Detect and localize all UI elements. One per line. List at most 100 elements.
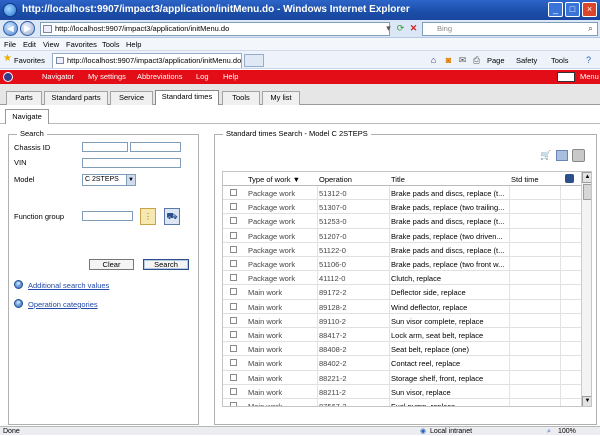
nav-abbreviations[interactable]: Abbreviations xyxy=(137,72,182,81)
expand-icon[interactable]: » xyxy=(14,280,23,289)
menu-favorites[interactable]: Favorites xyxy=(66,40,97,49)
help-icon[interactable]: ? xyxy=(583,55,594,66)
row-checkbox[interactable] xyxy=(230,359,237,367)
row-checkbox[interactable] xyxy=(230,345,237,353)
row-checkbox[interactable] xyxy=(230,302,237,310)
table-row[interactable]: Main work 88211-2 Sun visor, replace xyxy=(223,384,581,399)
mail-icon[interactable]: ✉ xyxy=(457,55,468,66)
table-row[interactable]: Main work 87567-2 Fuel pump, replace xyxy=(223,399,581,406)
search-button[interactable]: Search xyxy=(143,259,189,270)
chassis-id-series-field[interactable] xyxy=(82,142,128,152)
chassis-id-number-field[interactable] xyxy=(130,142,181,152)
tab-navigate[interactable]: Navigate xyxy=(5,109,49,124)
chevron-down-icon[interactable]: ▼ xyxy=(126,175,135,185)
scroll-up-button[interactable]: ▲ xyxy=(582,172,591,183)
vehicle-icon[interactable]: ⛟ xyxy=(164,208,180,225)
search-icon[interactable]: ⌕ xyxy=(585,23,596,34)
table-row[interactable]: Package work 51122-0 Brake pads and discs,… xyxy=(223,242,581,257)
model-select[interactable]: C 2STEPS ▼ xyxy=(82,174,136,186)
row-checkbox[interactable] xyxy=(230,274,237,282)
table-row[interactable]: Main work 89128-2 Wind deflector, replace xyxy=(223,299,581,314)
app-menu-button[interactable]: Menu xyxy=(580,72,599,81)
nav-help[interactable]: Help xyxy=(223,72,238,81)
row-checkbox[interactable] xyxy=(230,203,237,211)
scroll-down-button[interactable]: ▼ xyxy=(582,396,591,406)
tools-menu[interactable]: Tools xyxy=(551,56,569,65)
clear-button[interactable]: Clear xyxy=(89,259,134,270)
cart-icon[interactable]: 🛒 xyxy=(540,151,552,160)
row-checkbox[interactable] xyxy=(230,316,237,324)
tab-standard-times[interactable]: Standard times xyxy=(155,90,219,105)
favorites-star-icon[interactable]: ★ xyxy=(3,54,12,64)
menu-help[interactable]: Help xyxy=(126,40,141,49)
tab-tools[interactable]: Tools xyxy=(222,91,260,105)
table-row[interactable]: Main work 88408-2 Seat belt, replace (one) xyxy=(223,342,581,357)
menu-tools[interactable]: Tools xyxy=(102,40,120,49)
scroll-thumb[interactable] xyxy=(583,184,591,200)
table-row[interactable]: Package work 51307-0 Brake pads, replace (… xyxy=(223,200,581,215)
table-row[interactable]: Main work 88402-2 Contact reel, replace xyxy=(223,356,581,371)
safety-menu[interactable]: Safety xyxy=(516,56,537,65)
table-row[interactable]: Main work 88221-2 Storage shelf, front, re… xyxy=(223,370,581,385)
dropdown-icon[interactable]: ▾ xyxy=(383,23,394,34)
copy-icon[interactable] xyxy=(556,150,568,161)
column-chooser-icon[interactable] xyxy=(565,174,574,183)
col-type-of-work[interactable]: Type of work ▼ xyxy=(248,175,300,184)
expand-icon[interactable]: » xyxy=(14,299,23,308)
tab-parts[interactable]: Parts xyxy=(6,91,42,105)
tab-my-list[interactable]: My list xyxy=(262,91,300,105)
row-checkbox[interactable] xyxy=(230,331,237,338)
row-checkbox[interactable] xyxy=(230,245,237,253)
maximize-button[interactable]: □ xyxy=(565,2,580,17)
page-menu[interactable]: Page xyxy=(487,56,505,65)
favorites-label[interactable]: Favorites xyxy=(14,56,45,65)
menu-view[interactable]: View xyxy=(43,40,59,49)
row-checkbox[interactable] xyxy=(230,189,237,196)
minimize-button[interactable]: _ xyxy=(548,2,563,17)
table-row[interactable]: Package work 51312-0 Brake pads and discs,… xyxy=(223,186,581,201)
printer-icon[interactable] xyxy=(572,149,585,162)
table-row[interactable]: Package work 51253-0 Brake pads and discs,… xyxy=(223,214,581,229)
table-row[interactable]: Main work 89110-2 Sun visor complete, repl… xyxy=(223,313,581,328)
nav-log[interactable]: Log xyxy=(196,72,209,81)
refresh-icon[interactable]: ⟳ xyxy=(395,23,406,34)
row-checkbox[interactable] xyxy=(230,217,237,225)
tab-standard-parts[interactable]: Standard parts xyxy=(44,91,108,105)
vin-field[interactable] xyxy=(82,158,181,168)
additional-search-values-link[interactable]: Additional search values xyxy=(28,281,109,290)
forward-button[interactable]: ▶ xyxy=(20,21,35,36)
stop-icon[interactable]: ✕ xyxy=(408,23,419,34)
browser-tab[interactable]: http://localhost:9907/impact3/applicatio… xyxy=(52,53,242,68)
col-std-time[interactable]: Std time xyxy=(511,175,539,184)
scrollbar[interactable]: ▲ ▼ xyxy=(581,172,591,406)
col-operation[interactable]: Operation xyxy=(319,175,352,184)
menu-file[interactable]: File xyxy=(4,40,16,49)
nav-my-settings[interactable]: My settings xyxy=(88,72,126,81)
nav-navigator[interactable]: Navigator xyxy=(42,72,74,81)
row-checkbox[interactable] xyxy=(230,231,237,239)
row-checkbox[interactable] xyxy=(230,288,237,296)
table-row[interactable]: Package work 51106-0 Brake pads, replace (… xyxy=(223,257,581,272)
function-group-field[interactable] xyxy=(82,211,133,221)
back-button[interactable]: ◀ xyxy=(3,21,18,36)
row-checkbox[interactable] xyxy=(230,260,237,267)
table-row[interactable]: Main work 88417-2 Lock arm, seat belt, rep… xyxy=(223,328,581,343)
address-input[interactable]: http://localhost:9907/impact3/applicatio… xyxy=(40,22,390,36)
search-input[interactable]: Bing xyxy=(422,22,598,36)
menu-edit[interactable]: Edit xyxy=(23,40,36,49)
home-icon[interactable]: ⌂ xyxy=(428,55,439,66)
row-checkbox[interactable] xyxy=(230,387,237,395)
col-title[interactable]: Title xyxy=(391,175,405,184)
table-row[interactable]: Package work 51207-0 Brake pads, replace (… xyxy=(223,228,581,243)
close-button[interactable]: × xyxy=(582,2,597,17)
row-checkbox[interactable] xyxy=(230,373,237,381)
new-tab-button[interactable] xyxy=(244,54,264,67)
rss-icon[interactable]: ◙ xyxy=(443,55,454,66)
tab-service[interactable]: Service xyxy=(110,91,153,105)
print-icon[interactable]: ⎙ xyxy=(471,55,482,66)
function-tree-icon[interactable]: ⋮ xyxy=(140,208,156,225)
operation-categories-link[interactable]: Operation categories xyxy=(28,300,98,309)
table-row[interactable]: Main work 89172-2 Deflector side, replace xyxy=(223,285,581,300)
table-row[interactable]: Package work 41112-0 Clutch, replace xyxy=(223,271,581,286)
row-checkbox[interactable] xyxy=(230,402,237,406)
